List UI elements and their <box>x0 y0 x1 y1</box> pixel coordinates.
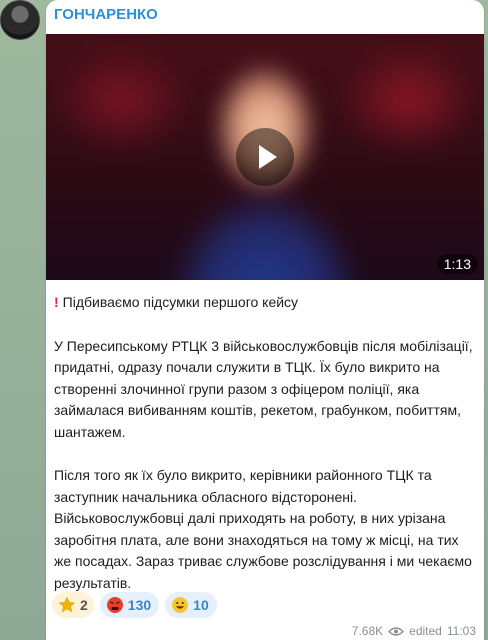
paragraph-1: У Пересипському РТЦК 3 військовослужбовц… <box>54 337 473 440</box>
play-button[interactable] <box>236 128 294 186</box>
reactions-bar: 2 130 10 <box>52 592 217 618</box>
paragraph-2: Після того як їх було викрито, керівники… <box>54 467 472 591</box>
message-text: ! Підбиваємо підсумки першого кейсу У Пер… <box>54 292 474 616</box>
edited-label: edited <box>409 624 442 638</box>
video-duration: 1:13 <box>436 254 478 274</box>
view-count: 7.68K <box>351 624 384 638</box>
reaction-angry[interactable]: 130 <box>99 592 160 618</box>
headline: Підбиваємо підсумки першого кейсу <box>62 294 299 310</box>
star-icon <box>58 596 76 613</box>
reaction-count: 10 <box>193 597 209 613</box>
message-meta: 7.68K edited 11:03 <box>352 624 476 638</box>
message-bubble: ГОНЧАРЕНКО 1:13 ! Підбиваємо підсумки пер… <box>46 0 484 640</box>
reaction-count: 130 <box>127 597 152 613</box>
avatar[interactable] <box>0 0 40 40</box>
sender-name[interactable]: ГОНЧАРЕНКО <box>54 6 158 23</box>
angry-face-icon <box>106 597 123 613</box>
grinning-face-icon <box>172 597 189 613</box>
video-preview[interactable]: 1:13 <box>46 34 484 280</box>
reaction-star[interactable]: 2 <box>52 592 94 618</box>
eye-icon <box>388 626 405 636</box>
play-icon <box>259 145 277 169</box>
message-time: 11:03 <box>446 624 476 638</box>
reaction-count: 2 <box>80 597 88 613</box>
reaction-grin[interactable]: 10 <box>165 592 217 618</box>
exclamation-icon: ! <box>54 294 59 310</box>
headline-line: ! Підбиваємо підсумки першого кейсу <box>54 292 474 314</box>
